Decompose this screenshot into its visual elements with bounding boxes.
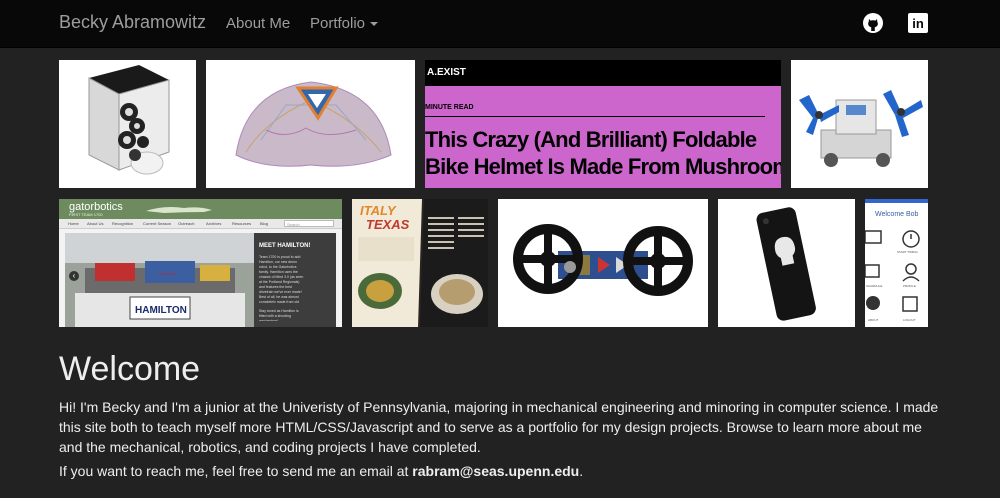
gatorbotics-menu-item[interactable]: Home: [68, 221, 79, 226]
linkedin-icon[interactable]: in: [908, 13, 928, 33]
page-title: Welcome: [59, 350, 201, 388]
gatorbotics-menu-item[interactable]: Resources: [232, 221, 251, 226]
carousel-prev-button[interactable]: ‹: [69, 271, 79, 281]
gatorbotics-menu-item[interactable]: Archives: [206, 221, 221, 226]
license-plate-text: HAMILTON: [135, 305, 187, 316]
contact-paragraph: If you want to reach me, feel free to se…: [59, 461, 939, 481]
gallery-tile-box-mechanism[interactable]: [59, 60, 196, 188]
brand-link[interactable]: Becky Abramowitz: [59, 12, 206, 33]
nav-portfolio-label: Portfolio: [310, 15, 366, 32]
gator-icon: [146, 207, 212, 213]
app-status-bar: [865, 199, 928, 203]
gatorbotics-card-text: Team 1700 is proud to add Hamilton, our …: [259, 255, 304, 303]
gallery-tile-phone-case[interactable]: [718, 199, 855, 327]
app-label-profile: PROFILE: [903, 284, 916, 288]
app-label-start-timing: START TIMING: [897, 250, 918, 254]
license-plate-state: California: [159, 271, 176, 276]
article-header-bar: [425, 60, 781, 86]
nav-portfolio-dropdown[interactable]: Portfolio: [310, 15, 379, 32]
gatorbotics-menu-item[interactable]: About Us: [87, 221, 103, 226]
app-label-logout: LOGOUT: [903, 318, 916, 322]
gatorbotics-menu-item[interactable]: Outreach: [178, 221, 194, 226]
gatorbotics-menu-item[interactable]: Recognition: [112, 221, 133, 226]
gallery-tile-gatorbotics-site[interactable]: gatorbotics FIRST TEAM 1700 Home About U…: [59, 199, 342, 327]
propeller-robot-image: [791, 60, 928, 188]
navbar: Becky Abramowitz About Me Portfolio in: [0, 0, 1000, 48]
gatorbotics-card-text2: Stay tuned as Hamilton is fitted with a …: [259, 309, 299, 321]
wheel-robot-image: [498, 199, 708, 327]
contact-suffix: .: [579, 463, 584, 479]
gallery-tile-mobile-app[interactable]: Welcome Bob START TIMING SCHEDULE PROFIL…: [865, 199, 928, 327]
box-mechanism-image: [59, 60, 196, 188]
article-headline-line2: Bike Helmet Is Made From Mushrooms: [425, 154, 781, 179]
gallery-tile-helmet-model[interactable]: [206, 60, 415, 188]
app-welcome-text: Welcome Bob: [875, 211, 919, 218]
gatorbotics-search[interactable]: Search: [284, 220, 334, 227]
magazine-title-line1: ITALY: [360, 203, 396, 218]
gallery-tile-propeller-robot[interactable]: [791, 60, 928, 188]
app-label-about: ABOUT: [868, 318, 879, 322]
gallery-tile-wheel-robot[interactable]: [498, 199, 708, 327]
gallery-tile-bike-helmet-article[interactable]: A.EXIST MINUTE READ This Crazy (And Bril…: [425, 60, 781, 188]
app-icons-grid: [865, 230, 920, 312]
article-divider: [425, 116, 765, 117]
magazine-title-line2: TEXAS: [366, 217, 410, 232]
article-read-time: MINUTE READ: [425, 104, 474, 111]
gatorbotics-menu-item[interactable]: Current Season: [143, 221, 171, 226]
gatorbotics-menu-item[interactable]: Blog: [260, 221, 268, 226]
helmet-model-image: [206, 60, 415, 188]
article-headline-line1: This Crazy (And Brilliant) Foldable: [425, 127, 757, 152]
github-icon[interactable]: [863, 13, 883, 33]
email-link[interactable]: rabram@seas.upenn.edu: [412, 463, 579, 479]
article-source: A.EXIST: [427, 67, 466, 78]
gatorbotics-tagline: FIRST TEAM 1700: [69, 212, 103, 217]
gatorbotics-card-title: MEET HAMILTON!: [259, 243, 311, 249]
intro-paragraph: Hi! I'm Becky and I'm a junior at the Un…: [59, 399, 939, 455]
chevron-down-icon: [370, 22, 379, 27]
linkedin-icon-text: in: [912, 16, 924, 31]
nav-about-me[interactable]: About Me: [226, 15, 290, 32]
phone-case-image: [718, 199, 855, 327]
contact-prefix: If you want to reach me, feel free to se…: [59, 463, 413, 479]
app-label-schedule: SCHEDULE: [866, 284, 883, 288]
gallery-tile-magazine-spread[interactable]: ITALY TEXAS: [352, 199, 488, 327]
